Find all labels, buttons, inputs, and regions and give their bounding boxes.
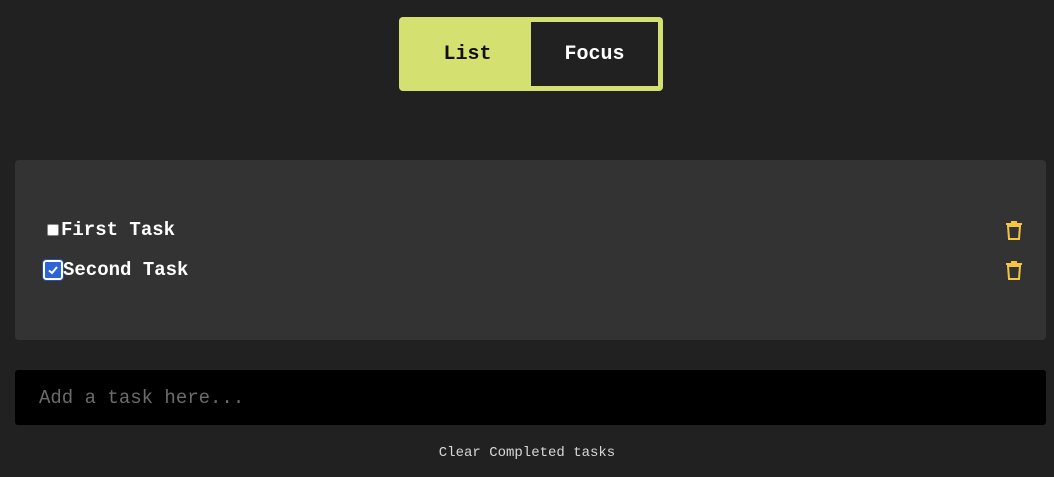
checkmark-icon: [48, 266, 58, 275]
tab-focus[interactable]: Focus: [531, 22, 658, 86]
trash-icon[interactable]: [1005, 260, 1023, 280]
tab-list[interactable]: List: [404, 22, 531, 86]
task-label: First Task: [61, 219, 176, 241]
task-checkbox[interactable]: [42, 259, 64, 281]
task-item: First Task: [43, 216, 1023, 244]
task-checkbox[interactable]: [47, 224, 59, 236]
task-item: Second Task: [42, 256, 1023, 284]
view-toggle: List Focus: [399, 17, 663, 91]
clear-completed-button[interactable]: Clear Completed tasks: [0, 445, 1054, 461]
task-list-panel: First Task Second Task: [15, 160, 1046, 340]
new-task-input[interactable]: [15, 370, 1046, 425]
trash-icon[interactable]: [1005, 220, 1023, 240]
task-label: Second Task: [63, 259, 189, 281]
